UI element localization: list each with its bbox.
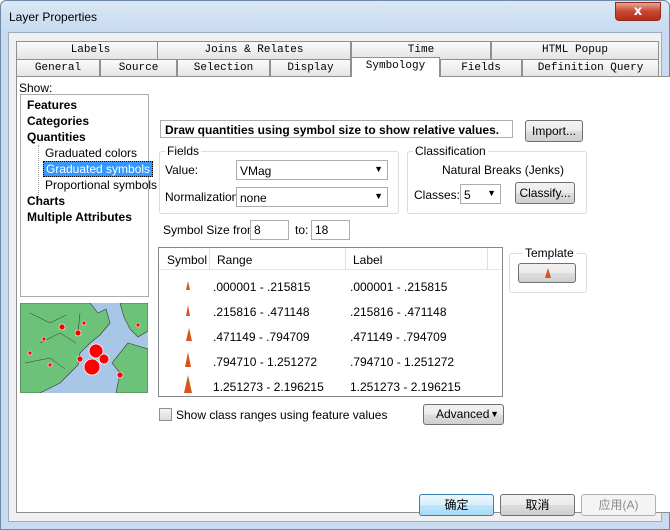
template-symbol-button[interactable] <box>518 263 576 283</box>
symbol-size-from-label: Symbol Size from: <box>163 223 261 237</box>
tree-item-categories[interactable]: Categories <box>27 114 89 128</box>
normalization-label: Normalization: <box>165 190 242 204</box>
value-dropdown[interactable]: VMag ▼ <box>236 160 388 180</box>
row-range: .215816 - .471148 <box>213 305 310 319</box>
tree-item-multiple-attributes[interactable]: Multiple Attributes <box>27 210 132 224</box>
table-row[interactable]: .471149 - .794709 .471149 - .794709 <box>159 324 502 349</box>
row-range: 1.251273 - 2.196215 <box>213 380 324 394</box>
tree-item-charts[interactable]: Charts <box>27 194 65 208</box>
symbol-triangle-icon <box>184 375 192 393</box>
tree-item-proportional-symbols[interactable]: Proportional symbols <box>45 178 157 192</box>
title-bar[interactable]: Layer Properties x <box>1 1 669 33</box>
ok-button[interactable]: 确定 <box>419 494 494 516</box>
show-tree[interactable]: Features Categories Quantities Graduated… <box>20 94 157 297</box>
chevron-down-icon: ▼ <box>487 188 496 198</box>
row-label: .794710 - 1.251272 <box>350 355 455 369</box>
advanced-label: Advanced <box>436 407 490 421</box>
tab-display[interactable]: Display <box>270 59 351 77</box>
classification-group-title: Classification <box>413 144 488 158</box>
row-label: 1.251273 - 2.196215 <box>350 380 461 394</box>
symbol-triangle-icon <box>185 352 191 367</box>
table-row[interactable]: .215816 - .471148 .215816 - .471148 <box>159 299 502 324</box>
show-label: Show: <box>19 81 53 95</box>
row-range: .471149 - .794709 <box>213 330 310 344</box>
tab-general[interactable]: General <box>16 59 100 77</box>
preview-map <box>20 303 148 393</box>
chevron-down-icon: ▼ <box>490 409 499 419</box>
tree-item-features[interactable]: Features <box>27 98 77 112</box>
tab-fields[interactable]: Fields <box>440 59 522 77</box>
symbol-triangle-icon <box>186 305 190 316</box>
close-button[interactable]: x <box>615 2 661 21</box>
normalization-dropdown-value: none <box>240 191 267 205</box>
symbol-table[interactable]: Symbol Range Label .000001 - .215815 .00… <box>158 247 503 397</box>
table-row[interactable]: .000001 - .215815 .000001 - .215815 <box>159 274 502 299</box>
fields-group-title: Fields <box>165 144 202 158</box>
header-divider <box>487 248 488 270</box>
layer-properties-window: Layer Properties x Labels Joins & Relate… <box>0 0 670 530</box>
normalization-dropdown[interactable]: none ▼ <box>236 187 388 207</box>
show-ranges-label[interactable]: Show class ranges using feature values <box>176 408 387 422</box>
import-button[interactable]: Import... <box>525 120 583 142</box>
show-ranges-checkbox[interactable] <box>159 408 172 421</box>
row-range: .794710 - 1.251272 <box>213 355 318 369</box>
apply-button[interactable]: 应用(A) <box>581 494 656 516</box>
symbol-size-to-input[interactable]: 18 <box>311 220 350 240</box>
header-range[interactable]: Range <box>217 253 252 267</box>
symbol-size-to-label: to: <box>295 223 309 237</box>
table-header: Symbol Range Label <box>159 248 502 270</box>
tab-symbology[interactable]: Symbology <box>351 57 440 77</box>
description-box: Draw quantities using symbol size to sho… <box>160 120 513 138</box>
header-divider <box>209 248 210 270</box>
description-text: Draw quantities using symbol size to sho… <box>165 123 500 137</box>
tab-source[interactable]: Source <box>100 59 177 77</box>
header-divider <box>345 248 346 270</box>
symbol-size-from-input[interactable]: 8 <box>250 220 289 240</box>
row-label: .000001 - .215815 <box>350 280 448 294</box>
classification-method: Natural Breaks (Jenks) <box>442 163 565 177</box>
tab-html-popup[interactable]: HTML Popup <box>491 41 659 59</box>
tree-item-graduated-symbols[interactable]: Graduated symbols <box>43 161 154 177</box>
cancel-button[interactable]: 取消 <box>500 494 575 516</box>
tree-item-quantities[interactable]: Quantities <box>27 130 86 144</box>
window-title: Layer Properties <box>9 10 98 24</box>
tree-item-graduated-colors[interactable]: Graduated colors <box>45 146 137 160</box>
symbol-triangle-icon <box>186 328 192 341</box>
classes-label: Classes: <box>414 188 461 202</box>
tab-labels[interactable]: Labels <box>16 41 165 59</box>
tab-joins-relates[interactable]: Joins & Relates <box>157 41 351 59</box>
symbol-size-to-value: 18 <box>315 223 329 237</box>
value-label: Value: <box>165 163 199 177</box>
symbology-panel: Show: Features Categories Quantities Gra… <box>16 76 670 513</box>
symbol-triangle-icon <box>186 281 190 290</box>
dialog-body: Labels Joins & Relates Time HTML Popup G… <box>8 32 670 522</box>
tab-definition-query[interactable]: Definition Query <box>522 59 659 77</box>
value-dropdown-value: VMag <box>240 164 272 178</box>
chevron-down-icon: ▼ <box>374 191 383 201</box>
template-group-title: Template <box>523 246 576 260</box>
tab-selection[interactable]: Selection <box>177 59 270 77</box>
classify-button[interactable]: Classify... <box>515 182 575 204</box>
header-symbol[interactable]: Symbol <box>167 253 207 267</box>
table-row[interactable]: 1.251273 - 2.196215 1.251273 - 2.196215 <box>159 374 502 398</box>
row-range: .000001 - .215815 <box>213 280 311 294</box>
template-symbol-icon <box>545 268 551 278</box>
header-label[interactable]: Label <box>353 253 382 267</box>
classes-dropdown[interactable]: 5 ▼ <box>460 184 501 204</box>
chevron-down-icon: ▼ <box>374 164 383 174</box>
symbol-size-from-value: 8 <box>254 223 261 237</box>
classes-dropdown-value: 5 <box>464 188 471 202</box>
table-row[interactable]: .794710 - 1.251272 .794710 - 1.251272 <box>159 349 502 374</box>
row-label: .471149 - .794709 <box>350 330 447 344</box>
row-label: .215816 - .471148 <box>350 305 447 319</box>
advanced-button[interactable]: Advanced ▼ <box>423 404 504 425</box>
